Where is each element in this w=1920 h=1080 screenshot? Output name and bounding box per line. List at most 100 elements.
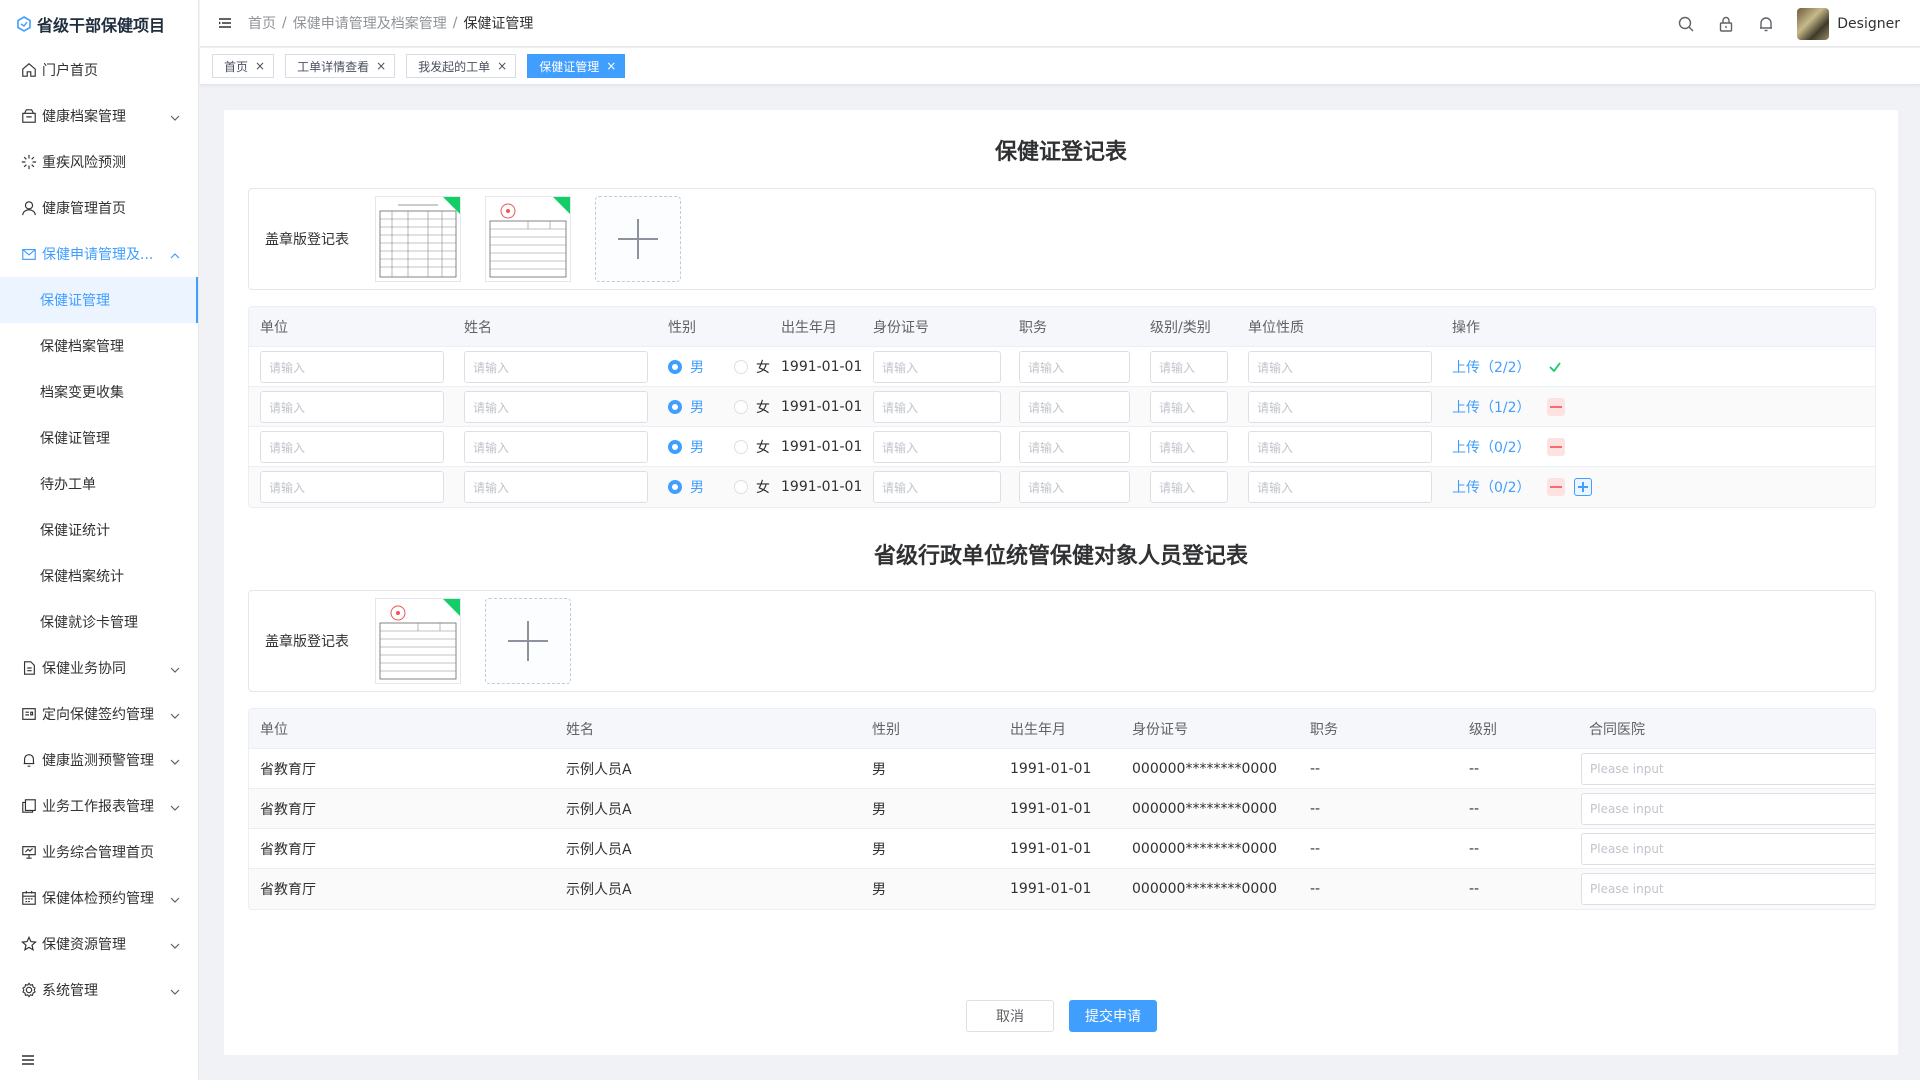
archive-icon: [20, 107, 38, 125]
upload-link[interactable]: 上传（1/2）: [1452, 397, 1531, 417]
search-icon[interactable]: [1677, 15, 1695, 33]
submit-button[interactable]: 提交申请: [1069, 1000, 1157, 1032]
tab-0[interactable]: 首页 ×: [212, 54, 275, 78]
cancel-button[interactable]: 取消: [966, 1000, 1054, 1032]
sidebar-item[interactable]: 健康管理首页: [0, 185, 198, 231]
gender-female-radio[interactable]: 女: [734, 437, 770, 457]
close-icon[interactable]: ×: [255, 59, 265, 73]
sidebar-subitem[interactable]: 待办工单: [0, 461, 198, 507]
breadcrumb-item[interactable]: 保健申请管理及档案管理: [293, 13, 447, 33]
birth-date[interactable]: 1991-01-01: [781, 427, 862, 467]
sidebar-item[interactable]: 定向保健签约管理: [0, 691, 198, 737]
contract-hospital-input[interactable]: Please input: [1581, 793, 1875, 825]
name-input[interactable]: 请输入: [464, 431, 648, 463]
sidebar-subitem[interactable]: 保健就诊卡管理: [0, 599, 198, 645]
close-icon[interactable]: ×: [606, 59, 616, 73]
name-input[interactable]: 请输入: [464, 351, 648, 383]
column-header: 出生年月: [1010, 722, 1066, 738]
sidebar-subitem[interactable]: 保健证管理: [0, 415, 198, 461]
level-input[interactable]: 请输入: [1150, 431, 1228, 463]
add-row-icon[interactable]: [1573, 478, 1592, 496]
upload-add-button[interactable]: [595, 196, 681, 282]
unit-input[interactable]: 请输入: [260, 431, 444, 463]
level-input[interactable]: 请输入: [1150, 351, 1228, 383]
sidebar-subitem[interactable]: 保健档案管理: [0, 323, 198, 369]
row-actions: 上传（0/2）: [1452, 427, 1565, 467]
sidebar-item[interactable]: 保健资源管理: [0, 921, 198, 967]
birth-date[interactable]: 1991-01-01: [781, 347, 862, 387]
hamburger-icon[interactable]: [217, 15, 233, 31]
sidebar-item[interactable]: 系统管理: [0, 967, 198, 1013]
gender-male-radio[interactable]: 男: [668, 437, 704, 457]
unit-nature-input[interactable]: 请输入: [1248, 351, 1432, 383]
name-input[interactable]: 请输入: [464, 391, 648, 423]
sidebar-item[interactable]: 健康监测预警管理: [0, 737, 198, 783]
uploaded-file-thumbnail[interactable]: [375, 196, 461, 282]
gender-male-radio[interactable]: 男: [668, 357, 704, 377]
close-icon[interactable]: ×: [376, 59, 386, 73]
gender-male-radio[interactable]: 男: [668, 477, 704, 497]
remove-row-icon[interactable]: [1546, 398, 1565, 416]
contract-hospital-input[interactable]: Please input: [1581, 873, 1875, 905]
sidebar-item[interactable]: 保健业务协同: [0, 645, 198, 691]
name-input[interactable]: 请输入: [464, 471, 648, 503]
remove-row-icon[interactable]: [1546, 478, 1565, 496]
gender-female-radio[interactable]: 女: [734, 477, 770, 497]
table-cell: 请输入: [1248, 467, 1432, 507]
sidebar-subitem[interactable]: 档案变更收集: [0, 369, 198, 415]
id-number-input[interactable]: 请输入: [873, 471, 1001, 503]
sidebar-item[interactable]: 业务综合管理首页: [0, 829, 198, 875]
username[interactable]: Designer: [1837, 16, 1900, 32]
gender-female-radio[interactable]: 女: [734, 357, 770, 377]
contract-hospital-input[interactable]: Please input: [1581, 833, 1875, 865]
id-number-input[interactable]: 请输入: [873, 391, 1001, 423]
bell-icon[interactable]: [1757, 15, 1775, 33]
contract-hospital-input[interactable]: Please input: [1581, 753, 1875, 785]
avatar[interactable]: [1797, 7, 1830, 40]
birth-date[interactable]: 1991-01-01: [781, 387, 862, 427]
level-input[interactable]: 请输入: [1150, 391, 1228, 423]
sidebar-item[interactable]: 保健申请管理及...: [0, 231, 198, 277]
tab-1[interactable]: 工单详情查看 ×: [285, 54, 396, 78]
sidebar-subitem[interactable]: 保健证统计: [0, 507, 198, 553]
unit-nature-input[interactable]: 请输入: [1248, 391, 1432, 423]
position-input[interactable]: 请输入: [1019, 391, 1130, 423]
remove-row-icon[interactable]: [1546, 438, 1565, 456]
app-logo[interactable]: 省级干部保健项目: [0, 0, 198, 47]
upload-link[interactable]: 上传（0/2）: [1452, 477, 1531, 497]
id-number-input[interactable]: 请输入: [873, 431, 1001, 463]
position-input[interactable]: 请输入: [1019, 471, 1130, 503]
unit-input[interactable]: 请输入: [260, 391, 444, 423]
sidebar-item[interactable]: 业务工作报表管理: [0, 783, 198, 829]
collapse-menu-icon[interactable]: [20, 1052, 36, 1068]
sidebar-item-label: 系统管理: [42, 983, 98, 999]
tab-2[interactable]: 我发起的工单 ×: [406, 54, 517, 78]
sidebar-item[interactable]: 保健体检预约管理: [0, 875, 198, 921]
level-input[interactable]: 请输入: [1150, 471, 1228, 503]
sidebar-subitem[interactable]: 保健档案统计: [0, 553, 198, 599]
sidebar-item[interactable]: 重疾风险预测: [0, 139, 198, 185]
sidebar-subitem[interactable]: 保健证管理: [0, 277, 198, 323]
tab-3[interactable]: 保健证管理 ×: [527, 54, 626, 78]
birth-date[interactable]: 1991-01-01: [781, 467, 862, 507]
position-input[interactable]: 请输入: [1019, 431, 1130, 463]
gender-male-radio[interactable]: 男: [668, 397, 704, 417]
id-number-input[interactable]: 请输入: [873, 351, 1001, 383]
upload-link[interactable]: 上传（2/2）: [1452, 357, 1531, 377]
uploaded-file-thumbnail[interactable]: [375, 598, 461, 684]
unit-nature-input[interactable]: 请输入: [1248, 471, 1432, 503]
upload-link[interactable]: 上传（0/2）: [1452, 437, 1531, 457]
unit-input[interactable]: 请输入: [260, 351, 444, 383]
unit-nature-input[interactable]: 请输入: [1248, 431, 1432, 463]
lock-icon[interactable]: [1717, 15, 1735, 33]
table-cell: 请输入: [464, 467, 648, 507]
sidebar-item[interactable]: 门户首页: [0, 47, 198, 93]
uploaded-file-thumbnail[interactable]: [485, 196, 571, 282]
breadcrumb-item[interactable]: 首页: [248, 13, 276, 33]
close-icon[interactable]: ×: [497, 59, 507, 73]
upload-add-button[interactable]: [485, 598, 571, 684]
sidebar-item[interactable]: 健康档案管理: [0, 93, 198, 139]
gender-female-radio[interactable]: 女: [734, 397, 770, 417]
position-input[interactable]: 请输入: [1019, 351, 1130, 383]
unit-input[interactable]: 请输入: [260, 471, 444, 503]
